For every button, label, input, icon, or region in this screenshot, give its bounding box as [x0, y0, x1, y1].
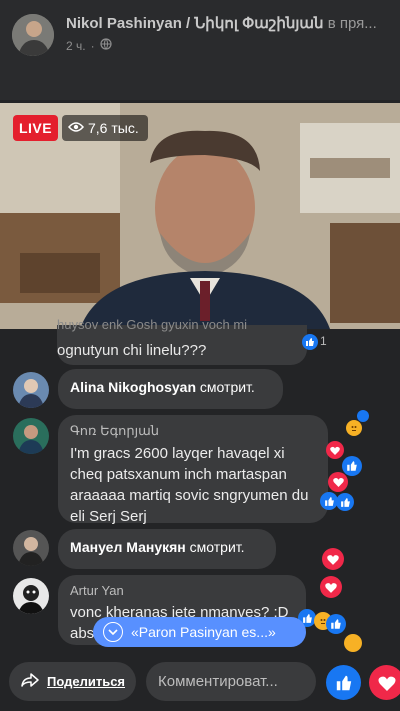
share-label: Поделиться [46, 674, 126, 689]
chevron-down-icon [103, 622, 123, 642]
join-text: смотрит. [199, 379, 255, 395]
heart-icon [320, 576, 342, 598]
like-icon [342, 456, 362, 476]
new-comment-pill-label: «Paron Pasinyan es...» [131, 624, 276, 640]
eye-icon [68, 115, 84, 141]
avatar[interactable] [13, 578, 49, 614]
page-avatar[interactable] [12, 14, 54, 56]
post-header: Nikol Pashinyan / Նիկոլ Փաշինյան в пря..… [0, 0, 400, 100]
angry-icon [344, 634, 362, 652]
avatar[interactable] [13, 418, 49, 454]
viewer-count: 7,6 тыс. [62, 115, 148, 141]
globe-icon [99, 38, 112, 53]
comment-text: I'm gracs 2600 layqer havaqel xi cheq pa… [70, 445, 309, 525]
user-name[interactable]: Мануел Манукян [70, 539, 186, 555]
comment-bubble[interactable]: huysov enk Gosh gyuxin voch mi ognutyun … [57, 317, 307, 365]
live-badge: LIVE [13, 115, 58, 141]
heart-icon [326, 441, 344, 459]
live-video[interactable] [0, 103, 400, 329]
meta-separator: · [90, 38, 95, 53]
heart-icon [377, 676, 396, 691]
user-name[interactable]: Artur Yan [70, 583, 294, 598]
heart-icon [328, 472, 348, 492]
post-time[interactable]: 2 ч. [66, 39, 86, 53]
join-text: смотрит. [189, 539, 245, 555]
heart-icon [322, 548, 344, 570]
like-icon [326, 614, 346, 634]
like-icon [336, 493, 354, 511]
avatar[interactable] [13, 530, 49, 566]
like-button[interactable] [326, 665, 361, 700]
share-button[interactable]: Поделиться [9, 662, 136, 701]
new-comment-pill[interactable]: «Paron Pasinyan es...» [93, 617, 306, 647]
like-icon [336, 675, 351, 690]
avatar[interactable] [13, 372, 49, 408]
comment-input[interactable]: Комментироват... [146, 662, 316, 701]
live-status-text: в пря... [327, 15, 377, 32]
join-notice: Мануел Манукян смотрит. [58, 529, 276, 569]
comment-bubble[interactable]: Գոռ Եգորյան I'm gracs 2600 layqer havaqe… [58, 415, 328, 525]
page-name-text[interactable]: Nikol Pashinyan / Նիկոլ Փաշինյան [66, 15, 324, 32]
post-meta: 2 ч. · [66, 38, 112, 53]
love-button[interactable] [369, 665, 400, 700]
user-name[interactable]: Գոռ Եգորյան [70, 423, 316, 439]
page-name[interactable]: Nikol Pashinyan / Նիկոլ Փաշինյան в пря..… [66, 14, 396, 32]
viewer-count-text: 7,6 тыс. [88, 120, 139, 136]
comment-text-faded: huysov enk Gosh gyuxin voch mi [57, 317, 248, 332]
like-icon [357, 410, 369, 422]
angry-icon [346, 420, 362, 436]
video-frame [0, 103, 400, 329]
user-name[interactable]: Alina Nikoghosyan [70, 379, 196, 395]
share-arrow-icon [20, 672, 40, 691]
like-icon [302, 334, 318, 350]
join-notice: Alina Nikoghosyan смотрит. [58, 369, 283, 409]
comment-text: ognutyun chi linelu??? [57, 342, 207, 359]
comment-like-count: 1 [320, 334, 327, 348]
